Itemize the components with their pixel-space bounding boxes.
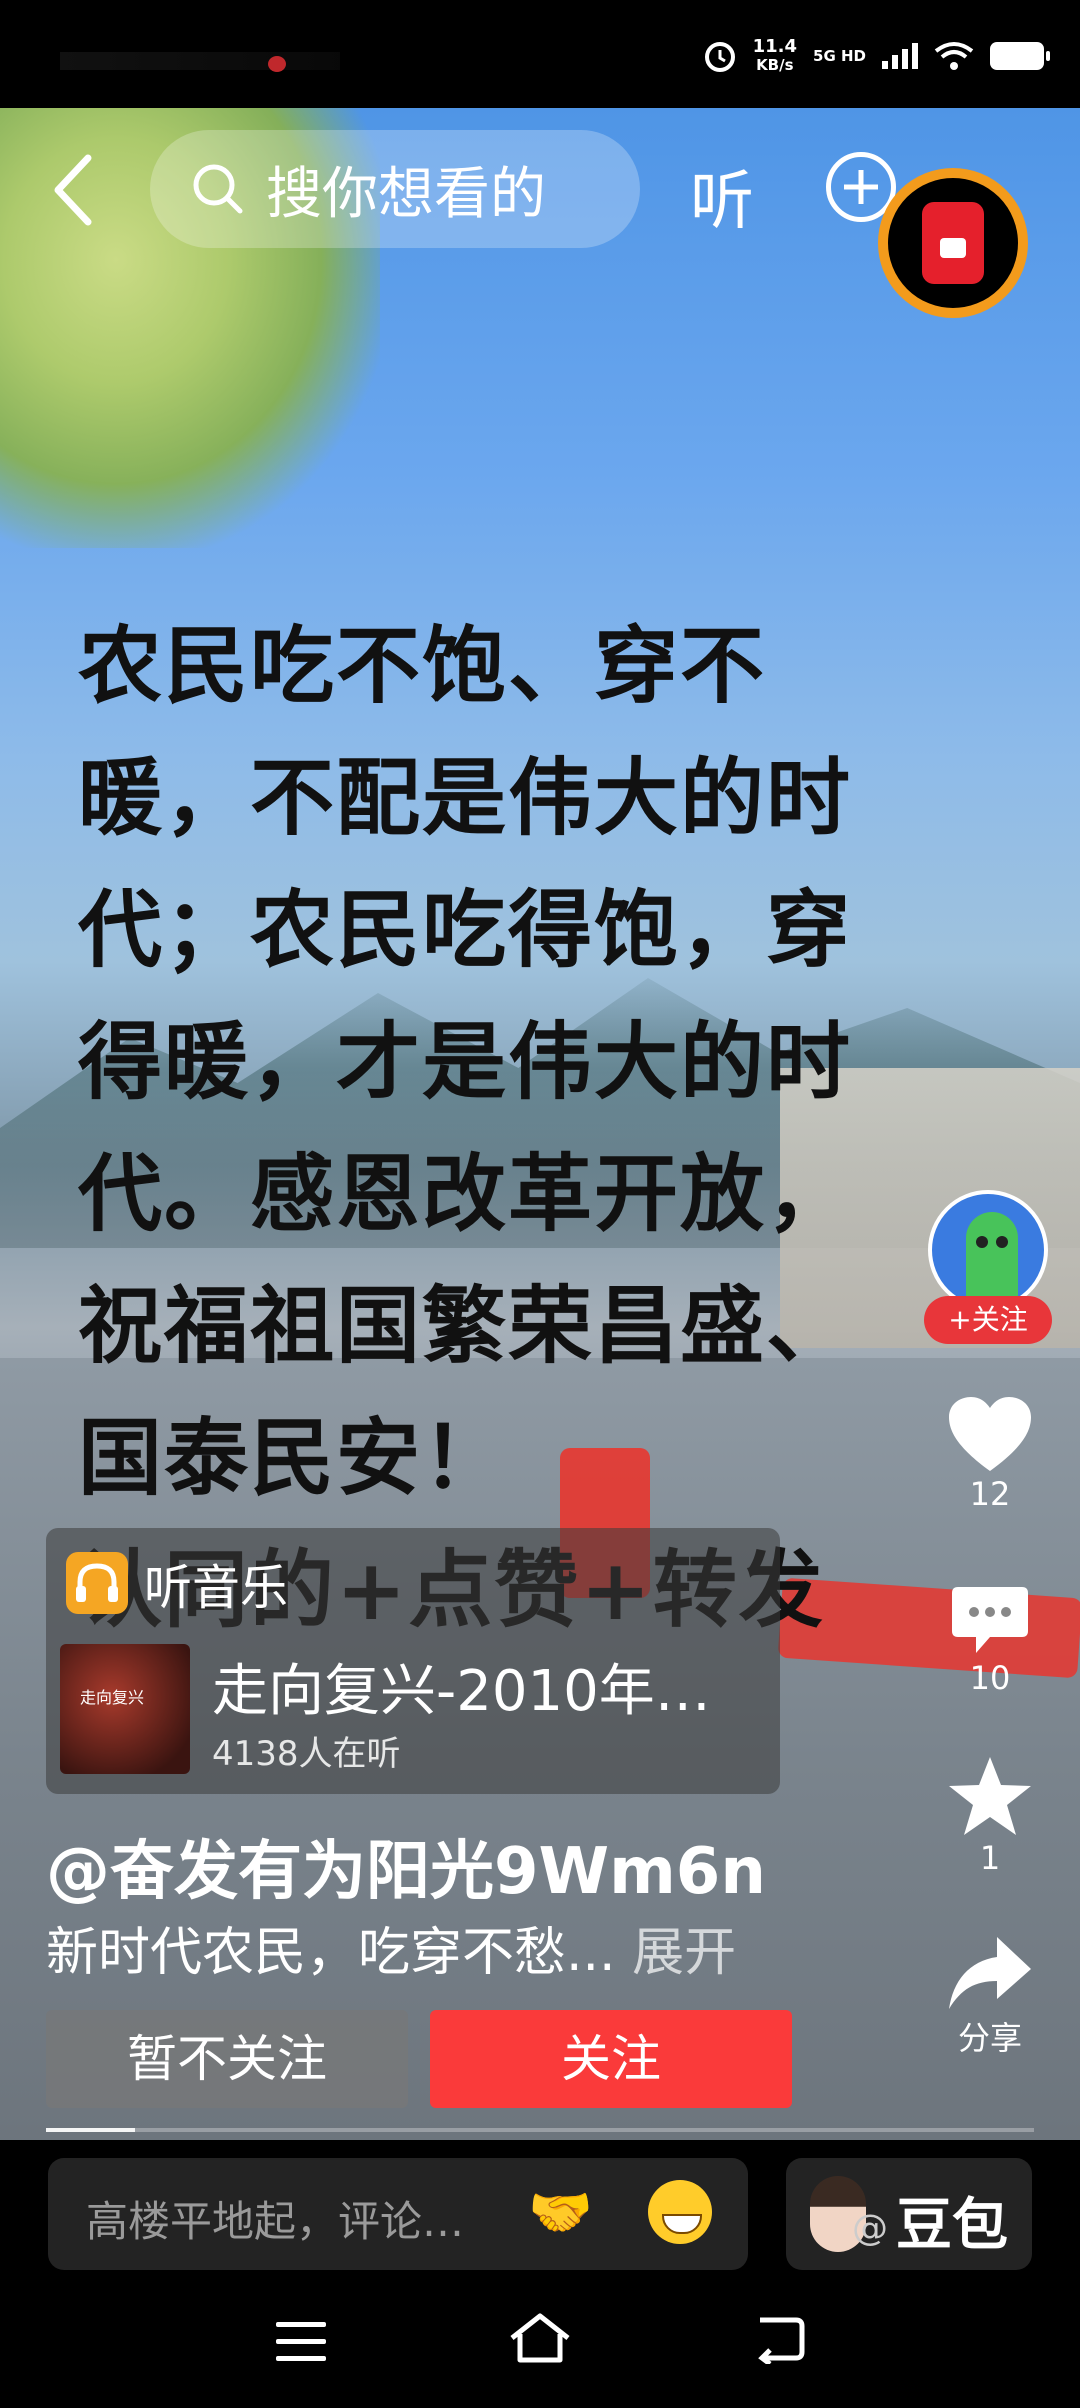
battery-icon [990, 42, 1050, 70]
caption-line: 代。感恩改革开放， [78, 1145, 853, 1243]
comment-button[interactable]: 10 [920, 1585, 1060, 1697]
caption-line: 得暖，才是伟大的时 [78, 1013, 853, 1111]
comment-placeholder: 高楼平地起，评论… [86, 2197, 465, 2246]
share-label: 分享 [957, 2019, 1022, 2057]
comment-count: 10 [969, 1659, 1011, 1697]
author-name[interactable]: @奋发有为阳光9Wm6n [46, 1820, 766, 1912]
chevron-left-icon [54, 154, 92, 226]
music-card[interactable]: 听音乐 走向复兴 走向复兴-2010年… 4138人在听 [46, 1528, 780, 1794]
alarm-icon [704, 42, 735, 72]
network-label: 5G HD [813, 47, 866, 65]
author-avatar[interactable] [928, 1190, 1048, 1310]
handshake-emoji-icon[interactable]: 🤝 [528, 2182, 593, 2243]
caption-line: 代；农民吃得饱，穿 [78, 881, 853, 979]
album-cover: 走向复兴 [60, 1644, 190, 1774]
favorite-count: 1 [979, 1839, 1001, 1877]
status-bar: 11.4 KB/s 5G HD [0, 0, 1080, 108]
home-button[interactable] [508, 2310, 572, 2370]
search-placeholder: 搜你想看的 [266, 161, 546, 227]
comment-icon [952, 1587, 1028, 1653]
listener-count: 4138人在听 [212, 1734, 401, 1774]
video-caption: 农民吃不饱、穿不 暖，不配是伟大的时 代；农民吃得饱，穿 得暖，才是伟大的时 代… [78, 600, 978, 1656]
status-right: 11.4 KB/s 5G HD [703, 36, 1050, 75]
search-icon [193, 164, 243, 214]
notification-dot [268, 56, 286, 72]
signal-icon [882, 43, 918, 69]
follow-prompt: 暂不关注 关注 [46, 2010, 792, 2108]
video-progress-bar[interactable] [46, 2128, 1034, 2132]
album-cover-text: 走向复兴 [80, 1688, 145, 1707]
doubao-button[interactable]: @ 豆包 [786, 2158, 1032, 2270]
progress-fill [46, 2128, 135, 2132]
like-button[interactable]: 12 [920, 1395, 1060, 1513]
follow-pill-button[interactable]: +关注 [924, 1296, 1052, 1344]
description-text: 新时代农民，吃穿不愁... [46, 1923, 616, 1983]
net-speed: 11.4 KB/s [752, 36, 798, 75]
red-packet-icon [922, 202, 984, 284]
bottom-bar: 高楼平地起，评论… 🤝 @ 豆包 [0, 2140, 1080, 2280]
share-button[interactable]: 分享 [920, 1935, 1060, 2059]
favorite-button[interactable]: 1 [920, 1755, 1060, 1877]
system-nav-bar [0, 2280, 1080, 2408]
net-speed-unit: KB/s [756, 56, 794, 74]
search-bar[interactable]: 搜你想看的 [150, 130, 640, 248]
headphones-icon [66, 1552, 128, 1614]
home-icon [510, 2313, 570, 2363]
like-count: 12 [969, 1475, 1011, 1513]
grin-emoji-icon[interactable] [648, 2180, 712, 2244]
no-follow-button[interactable]: 暂不关注 [46, 2010, 408, 2108]
music-card-header: 听音乐 [66, 1548, 288, 1618]
listen-button[interactable]: 听 [690, 150, 754, 242]
back-arrow-icon [758, 2317, 805, 2366]
net-speed-value: 11.4 [752, 36, 798, 57]
follow-button[interactable]: 关注 [430, 2010, 792, 2108]
notification-icons [60, 52, 340, 70]
post-description[interactable]: 新时代农民，吃穿不愁... 展开 [46, 1910, 736, 1985]
caption-line: 祝福祖国繁荣昌盛、 [78, 1277, 853, 1375]
share-icon [949, 1937, 1031, 2009]
star-icon [949, 1757, 1031, 1835]
comment-input[interactable]: 高楼平地起，评论… 🤝 [48, 2158, 748, 2270]
back-nav-button[interactable] [756, 2314, 806, 2368]
music-card-title: 听音乐 [144, 1560, 289, 1616]
back-button[interactable] [44, 150, 108, 230]
cactus-avatar-icon [966, 1212, 1018, 1306]
red-packet-button[interactable] [878, 168, 1028, 318]
heart-icon [949, 1397, 1031, 1471]
recent-apps-button[interactable] [276, 2322, 326, 2362]
caption-line: 农民吃不饱、穿不 [78, 617, 767, 715]
caption-line: 国泰民安！ [78, 1409, 509, 1507]
song-title: 走向复兴-2010年… [212, 1659, 711, 1724]
doubao-at: @ [852, 2208, 888, 2249]
doubao-label: 豆包 [896, 2193, 1008, 2258]
expand-link[interactable]: 展开 [632, 1923, 736, 1983]
wifi-icon [934, 42, 974, 70]
caption-line: 暖，不配是伟大的时 [78, 749, 853, 847]
